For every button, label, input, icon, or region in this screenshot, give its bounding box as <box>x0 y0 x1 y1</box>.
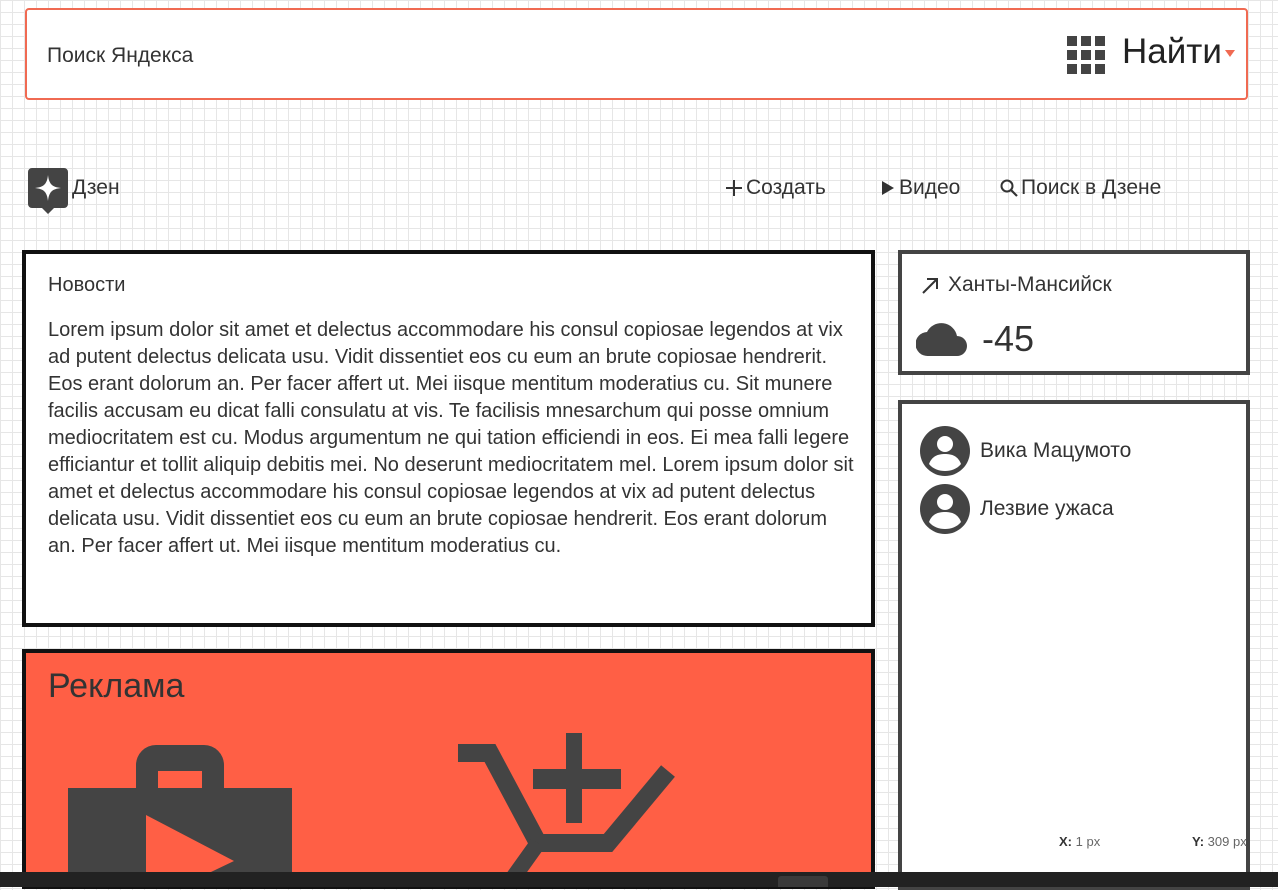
coord-x-readout: X: 1 px <box>1059 834 1100 849</box>
nav-zen-search[interactable]: Поиск в Дзене <box>999 176 1161 200</box>
search-box: Найти <box>25 8 1248 100</box>
weather-city: Ханты-Мансийск <box>948 273 1112 296</box>
news-title[interactable]: Новости <box>48 274 125 297</box>
nav-zen-search-label: Поиск в Дзене <box>1021 176 1162 199</box>
user-name: Вика Мацумото <box>980 439 1132 462</box>
account-icon <box>920 426 970 476</box>
user-item[interactable]: Лезвие ужаса <box>920 484 1114 534</box>
zen-nav: Дзен Создать Видео Поиск в Дзене <box>0 166 1278 214</box>
plus-icon <box>726 180 742 196</box>
search-icon <box>1000 179 1018 197</box>
nav-create-label: Создать <box>746 176 826 199</box>
news-body: Lorem ipsum dolor sit amet et delectus a… <box>48 319 854 557</box>
coord-y-label: Y: <box>1192 834 1205 849</box>
search-input[interactable] <box>47 44 947 68</box>
find-button[interactable]: Найти <box>1122 32 1222 72</box>
coord-y-value: 309 px <box>1207 834 1247 849</box>
coord-x-label: X: <box>1059 834 1072 849</box>
cloud-icon <box>916 323 967 357</box>
apps-grid-icon[interactable] <box>1067 36 1105 74</box>
users-panel: Вика Мацумото Лезвие ужаса <box>898 400 1250 890</box>
nav-video[interactable]: Видео <box>879 176 960 200</box>
nav-create[interactable]: Создать <box>724 176 826 200</box>
user-name: Лезвие ужаса <box>980 497 1114 520</box>
cart-add-icon <box>458 733 675 883</box>
account-icon <box>920 484 970 534</box>
nav-video-label: Видео <box>899 176 961 199</box>
play-icon <box>882 181 894 195</box>
zen-star-icon[interactable] <box>28 168 68 214</box>
bottom-toolbar <box>0 872 1278 887</box>
coord-y-readout: Y: 309 px <box>1192 834 1247 849</box>
user-item[interactable]: Вика Мацумото <box>920 426 1131 476</box>
weather-widget[interactable]: Ханты-Мансийск -45 <box>898 250 1250 375</box>
weather-temperature: -45 <box>982 318 1035 359</box>
news-panel: Новости Lorem ipsum dolor sit amet et de… <box>22 250 875 627</box>
bottom-toolbar-handle[interactable] <box>778 876 828 887</box>
ad-title: Реклама <box>48 667 185 705</box>
arrow-up-right-icon <box>922 278 938 294</box>
briefcase-play-icon <box>68 745 292 885</box>
dropdown-arrow-icon[interactable] <box>1225 50 1235 58</box>
ad-panel[interactable]: Реклама <box>22 649 875 889</box>
coord-x-value: 1 px <box>1075 834 1101 849</box>
zen-brand-label[interactable]: Дзен <box>72 176 120 200</box>
